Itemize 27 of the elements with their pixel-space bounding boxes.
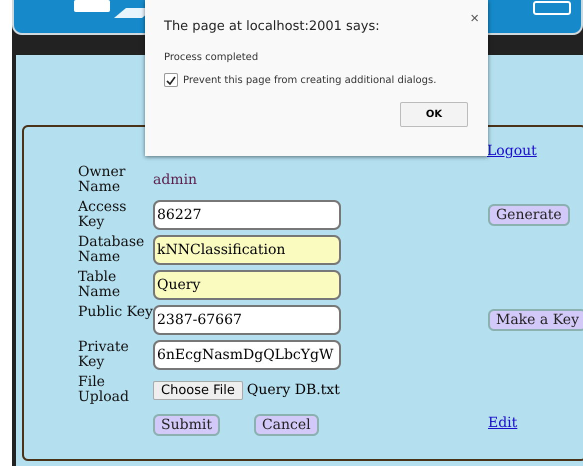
input-field[interactable]: 2387-67667: [153, 305, 341, 335]
dialog-title: The page at localhost:2001 says:: [164, 19, 381, 34]
input-field[interactable]: 86227: [153, 200, 341, 230]
input-field[interactable]: Query: [153, 270, 341, 300]
file-name: Query DB.txt: [246, 382, 340, 398]
logout-link[interactable]: Logout: [487, 143, 537, 159]
action-button[interactable]: Make a Key: [488, 309, 583, 331]
input-field[interactable]: kNNClassification: [153, 235, 341, 265]
field-label: Public Key: [78, 305, 153, 322]
checkbox[interactable]: [164, 73, 178, 87]
field-label: Table Name: [78, 270, 122, 300]
action-button[interactable]: Generate: [488, 204, 570, 226]
field-label: File Upload: [78, 375, 130, 405]
field-label: Private Key: [78, 340, 130, 370]
field-label: Owner Name: [78, 165, 126, 195]
input-field[interactable]: 6nEcgNasmDgQLbcYgW: [153, 340, 341, 370]
edit-link[interactable]: Edit: [488, 415, 583, 431]
ok-button[interactable]: OK: [400, 102, 468, 127]
choose-file-button[interactable]: Choose File: [153, 380, 243, 400]
form-button[interactable]: Submit: [153, 414, 220, 436]
checkbox-label: Prevent this page from creating additional dialogs.: [183, 74, 436, 86]
field-label: Access Key: [78, 200, 128, 230]
dialog-message: Process completed: [164, 52, 260, 63]
form-button[interactable]: Cancel: [254, 414, 319, 436]
field-label: Database Name: [78, 235, 146, 265]
close-button[interactable]: ×: [466, 10, 483, 27]
owner-name-value: admin: [153, 172, 198, 188]
